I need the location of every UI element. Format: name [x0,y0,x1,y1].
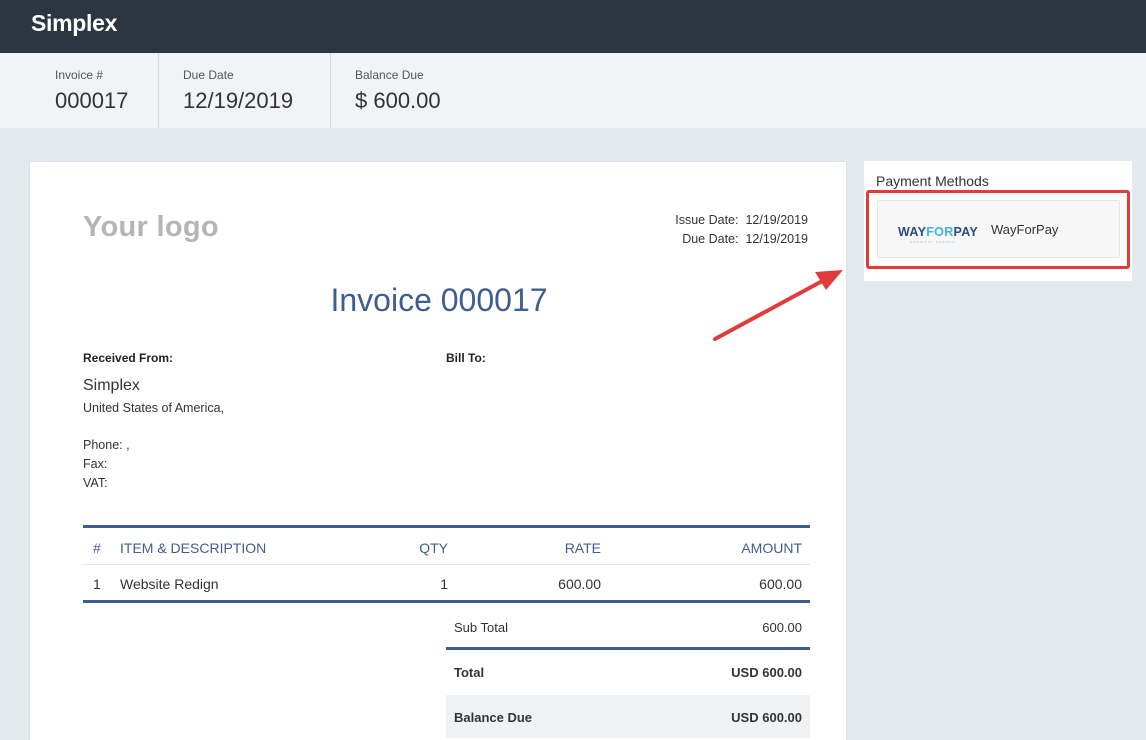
sender-fax: Fax: [83,457,108,471]
row-description: Website Redign [120,576,219,592]
table-header: # ITEM & DESCRIPTION QTY RATE AMOUNT [83,525,810,565]
payment-methods-title: Payment Methods [876,173,989,189]
row-rate: 600.00 [558,576,601,592]
col-header-qty: QTY [419,540,448,556]
due-date-value: 12/19/2019 [745,232,808,246]
summary-balance-value: $ 600.00 [355,88,441,113]
bill-to-label: Bill To: [446,351,486,365]
table-row: 1 Website Redign 1 600.00 600.00 [83,565,810,603]
balance-due-value: USD 600.00 [731,710,802,725]
highlight-box-annotation [866,190,1130,269]
total-row: Total USD 600.00 [446,650,810,695]
due-date-label: Due Date: [682,232,739,246]
issue-date-label: Issue Date: [675,213,739,227]
invoice-title: Invoice 000017 [330,282,548,318]
app-title[interactable]: Simplex [31,10,117,37]
balance-due-row: Balance Due USD 600.00 [446,695,810,738]
subtotal-label: Sub Total [454,620,508,635]
invoice-dates: Issue Date: 12/19/2019 Due Date: 12/19/2… [675,211,808,249]
issue-date-line: Issue Date: 12/19/2019 [675,211,808,230]
line-items-table: # ITEM & DESCRIPTION QTY RATE AMOUNT 1 W… [83,525,810,603]
row-qty: 1 [440,576,448,592]
summary-invoice-number: Invoice # 000017 [0,53,159,128]
summary-balance-due: Balance Due $ 600.00 [331,53,531,128]
subtotal-row: Sub Total 600.00 [446,605,810,650]
col-header-amount: AMOUNT [741,540,802,556]
row-number: 1 [93,576,101,592]
total-label: Total [454,665,485,680]
summary-balance-label: Balance Due [355,68,424,82]
col-header-number: # [93,540,101,556]
sender-country: United States of America, [83,401,225,415]
summary-due-label: Due Date [183,68,234,82]
issue-date-value: 12/19/2019 [745,213,808,227]
summary-invoice-value: 000017 [55,88,129,113]
col-header-description: ITEM & DESCRIPTION [120,540,267,556]
summary-due-value: 12/19/2019 [183,88,294,113]
sender-vat: VAT: [83,476,108,490]
subtotal-value: 600.00 [762,620,802,635]
due-date-line: Due Date: 12/19/2019 [675,230,808,249]
invoice-document: Your logo Issue Date: 12/19/2019 Due Dat… [29,161,847,740]
received-from-label: Received From: [83,351,174,365]
top-bar: Simplex [0,0,1146,53]
sender-phone: Phone: , [83,438,130,452]
totals-section: Sub Total 600.00 Total USD 600.00 Balanc… [446,605,810,738]
company-logo-placeholder: Your logo [83,211,219,243]
summary-invoice-label: Invoice # [55,68,104,82]
total-value: USD 600.00 [731,665,802,680]
col-header-rate: RATE [564,540,601,556]
invoice-summary-bar: Invoice # 000017 Due Date 12/19/2019 Bal… [0,53,1146,128]
balance-due-label: Balance Due [454,710,533,725]
row-amount: 600.00 [759,576,802,592]
sender-name: Simplex [83,377,140,394]
summary-due-date: Due Date 12/19/2019 [159,53,331,128]
